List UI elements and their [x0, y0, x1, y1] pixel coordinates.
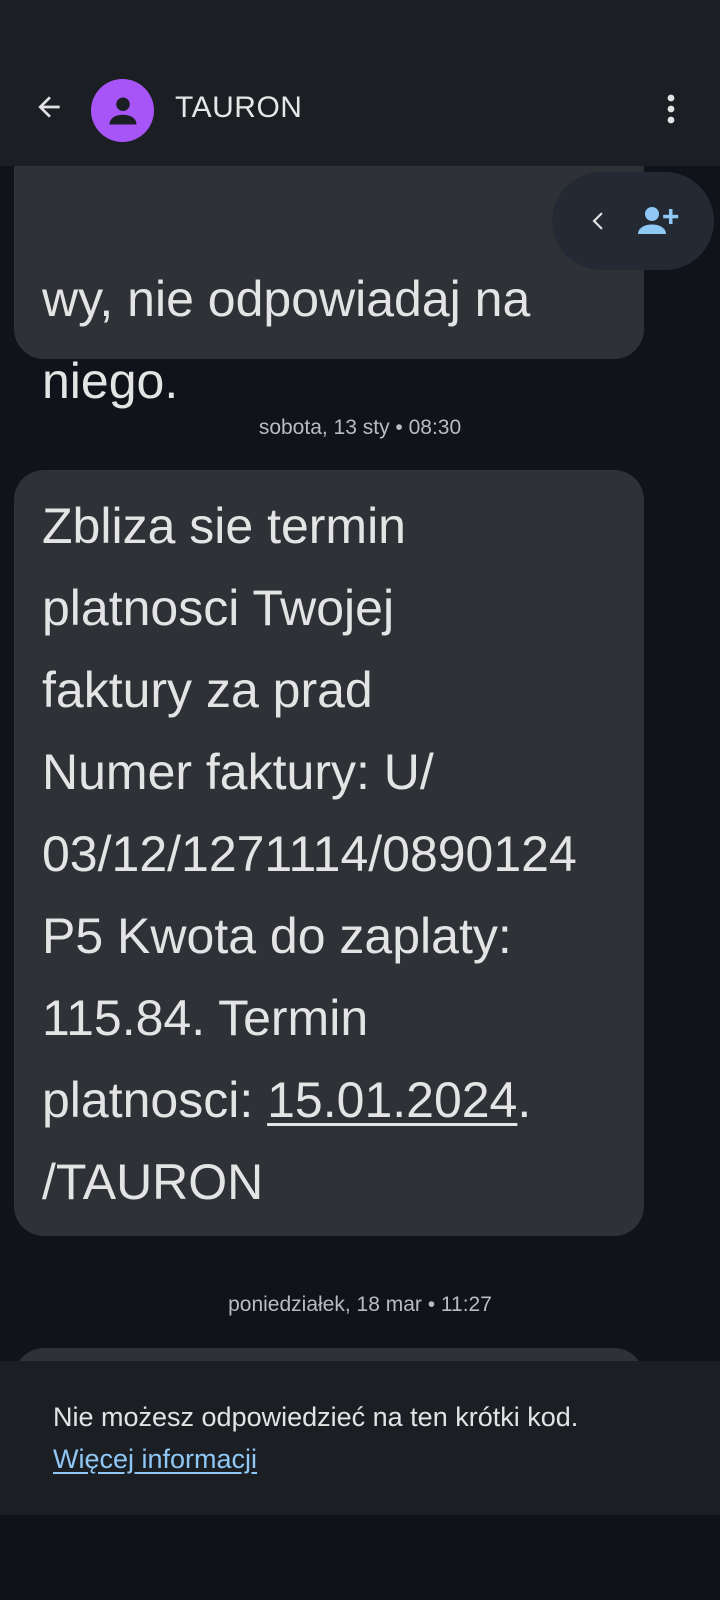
conversation-title[interactable]: TAURON: [175, 88, 302, 128]
more-vert-icon: [667, 94, 675, 124]
navigation-bar: [0, 1515, 720, 1600]
chevron-left-icon: [592, 212, 603, 230]
avatar[interactable]: [91, 79, 154, 142]
back-button[interactable]: [28, 86, 70, 128]
more-options-button[interactable]: [650, 88, 692, 130]
timestamp: sobota, 13 sty • 08:30: [258, 416, 462, 439]
app-bar: TAURON: [0, 0, 720, 166]
date-link[interactable]: 15.01.2024: [267, 1072, 517, 1128]
message-text: Zbliza sie termin platnosci Twojej faktu…: [42, 498, 577, 1128]
reply-disabled-notice: Nie możesz odpowiedzieć na ten krótki ko…: [0, 1361, 720, 1515]
person-icon: [109, 97, 136, 124]
notice-text: Nie możesz odpowiedzieć na ten krótki ko…: [53, 1402, 579, 1432]
add-contact-button[interactable]: [634, 198, 682, 244]
person-add-icon: [638, 207, 679, 234]
floating-actions: [552, 172, 714, 270]
timestamp: poniedziałek, 18 mar • 11:27: [228, 1293, 492, 1316]
message-text: wy, nie odpowiadaj na niego.: [42, 271, 531, 409]
arrow-back-icon: [38, 96, 60, 118]
collapse-button[interactable]: [580, 202, 618, 240]
more-info-link[interactable]: Więcej informacji: [53, 1441, 257, 1477]
message-bubble[interactable]: Zbliza sie termin platnosci Twojej faktu…: [14, 470, 644, 1236]
